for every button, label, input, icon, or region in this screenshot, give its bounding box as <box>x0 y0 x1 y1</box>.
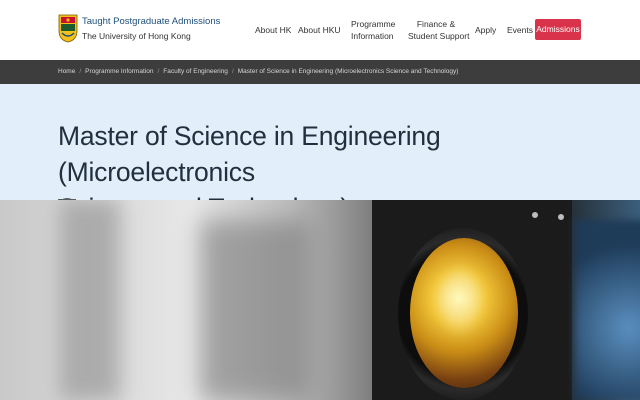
breadcrumb-faculty-engineering[interactable]: Faculty of Engineering <box>163 68 228 75</box>
nav-apply[interactable]: Apply <box>475 24 496 36</box>
lens-reflection <box>440 270 480 330</box>
screw-icon <box>558 214 564 220</box>
breadcrumb-current: Master of Science in Engineering (Microe… <box>237 68 459 75</box>
nav-programme-information[interactable]: Programme Information <box>351 18 396 42</box>
page-title-line1: Master of Science in Engineering (Microe… <box>58 121 441 187</box>
brand-title[interactable]: Taught Postgraduate Admissions <box>82 16 220 27</box>
breadcrumb-programme-information[interactable]: Programme Information <box>85 68 153 75</box>
hero-blur-block <box>200 220 310 400</box>
screw-icon <box>532 212 538 218</box>
hero-blue-glow <box>575 220 640 400</box>
nav-about-hk[interactable]: About HK <box>255 24 291 36</box>
breadcrumb-separator: / <box>157 68 160 75</box>
breadcrumb: Home / Programme Information / Faculty o… <box>0 60 640 84</box>
nav-finance-line2: Student Support <box>408 31 470 41</box>
nav-finance-student-support[interactable]: Finance & Student Support <box>408 18 469 42</box>
nav-finance-line1: Finance & <box>416 19 456 29</box>
hku-crest-icon[interactable] <box>58 13 78 43</box>
nav-programme-line2: Information <box>351 31 394 41</box>
hero-image <box>0 200 640 400</box>
brand-subtitle: The University of Hong Kong <box>82 31 191 41</box>
site-header: Taught Postgraduate Admissions The Unive… <box>0 0 640 60</box>
breadcrumb-home[interactable]: Home <box>58 68 75 75</box>
admissions-button[interactable]: Admissions <box>535 19 581 40</box>
hero-blur-post <box>60 200 120 400</box>
breadcrumb-list: Home / Programme Information / Faculty o… <box>58 68 458 75</box>
nav-about-hku[interactable]: About HKU <box>298 24 341 36</box>
breadcrumb-separator: / <box>231 68 234 75</box>
nav-programme-line1: Programme <box>351 19 396 29</box>
breadcrumb-separator: / <box>79 68 82 75</box>
nav-events[interactable]: Events <box>507 24 533 36</box>
